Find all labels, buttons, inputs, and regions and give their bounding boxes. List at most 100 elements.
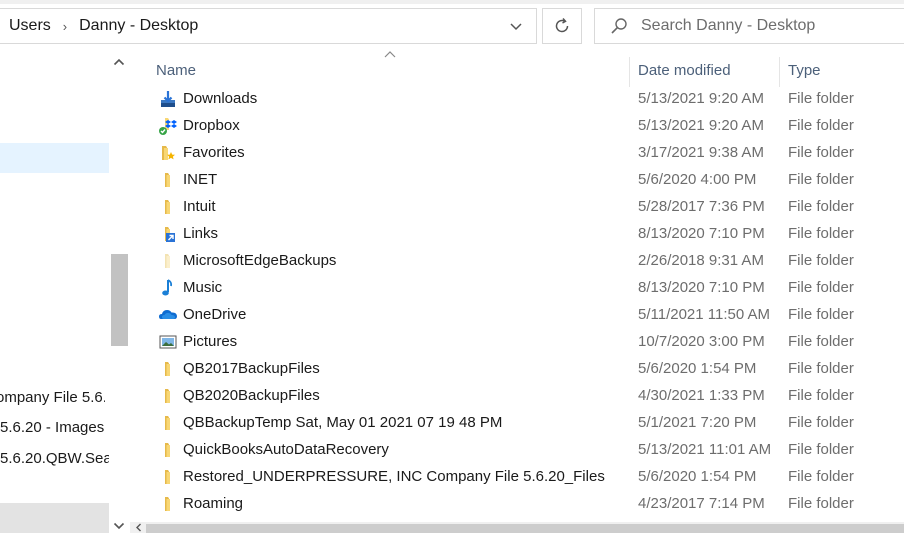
column-type[interactable]: Type [788,53,898,87]
file-type: File folder [788,117,854,134]
folder-icon [158,359,178,379]
column-divider[interactable] [629,57,630,87]
file-type: File folder [788,144,854,161]
file-type: File folder [788,468,854,485]
file-name: Intuit [183,198,216,215]
music-icon [158,278,178,298]
file-row[interactable]: QBBackupTemp Sat, May 01 2021 07 19 48 P… [130,410,904,437]
folder-light-icon [158,251,178,271]
file-type: File folder [788,441,854,458]
breadcrumb-current[interactable]: Danny - Desktop [79,17,198,35]
file-type: File folder [788,306,854,323]
file-row[interactable]: Roaming 4/23/2017 7:14 PM File folder [130,491,904,518]
horizontal-scrollbar[interactable] [130,522,904,533]
file-row[interactable]: INET 5/6/2020 4:00 PM File folder [130,167,904,194]
chevron-down-icon [510,23,522,31]
chevron-left-icon [135,523,141,532]
column-name-label: Name [156,61,197,79]
file-row[interactable]: Links 8/13/2020 7:10 PM File folder [130,221,904,248]
file-row[interactable]: Downloads 5/13/2021 9:20 AM File folder [130,86,904,113]
nav-scrollbar-thumb[interactable] [111,254,128,346]
file-row[interactable]: QB2017BackupFiles 5/6/2020 1:54 PM File fo… [130,356,904,383]
nav-item-label: 5.6.20 - Images [0,419,105,436]
search-icon [609,16,629,36]
chevron-right-icon[interactable]: › [63,19,67,34]
file-date-modified: 5/6/2020 1:54 PM [638,360,757,377]
file-row[interactable]: Restored_UNDERPRESSURE, INC Company File… [130,464,904,491]
file-row[interactable]: MicrosoftEdgeBackups 2/26/2018 9:31 AM Fil… [130,248,904,275]
file-name: Downloads [183,90,258,107]
folder-icon [158,170,178,190]
file-type: File folder [788,495,854,512]
refresh-icon [555,18,569,33]
file-name: OneDrive [183,306,247,323]
file-date-modified: 5/28/2017 7:36 PM [638,198,765,215]
file-name: Pictures [183,333,238,350]
file-date-modified: 5/13/2021 9:20 AM [638,117,764,134]
file-row[interactable]: QuickBooksAutoDataRecovery 5/13/2021 11:0… [130,437,904,464]
file-date-modified: 2/26/2018 9:31 AM [638,252,764,269]
nav-item-qbw-search[interactable]: 5.6.20.QBW.Search [0,450,109,467]
file-row[interactable]: Pictures 10/7/2020 3:00 PM File folder [130,329,904,356]
nav-item-images[interactable]: 5.6.20 - Images [0,419,109,436]
file-type: File folder [788,90,854,107]
folder-icon [158,440,178,460]
breadcrumb-users[interactable]: Users [9,17,51,35]
column-name[interactable]: Name [156,53,626,87]
file-row[interactable]: OneDrive 5/11/2021 11:50 AM File folder [130,302,904,329]
folder-icon [158,494,178,514]
refresh-button[interactable] [542,8,582,44]
column-date-label: Date modified [638,61,731,79]
file-date-modified: 8/13/2020 7:10 PM [638,225,765,242]
column-type-label: Type [788,61,821,79]
search-box[interactable] [594,8,904,44]
file-name: Roaming [183,495,244,512]
navigation-pane: ompany File 5.6.20_ 5.6.20 - Images 5.6.… [0,48,130,533]
nav-scroll-up-button[interactable] [109,52,129,72]
file-date-modified: 8/13/2020 7:10 PM [638,279,765,296]
folder-icon [158,413,178,433]
file-name: Restored_UNDERPRESSURE, INC Company File… [183,468,605,485]
chevron-up-icon [113,58,125,66]
file-date-modified: 4/30/2021 1:33 PM [638,387,765,404]
nav-selected-bottom[interactable] [0,503,109,533]
file-type: File folder [788,387,854,404]
downloads-icon [158,89,178,109]
file-type: File folder [788,414,854,431]
links-icon [158,224,178,244]
column-header: Name Date modified Type [130,53,904,87]
column-divider[interactable] [779,57,780,87]
file-row[interactable]: Music 8/13/2020 7:10 PM File folder [130,275,904,302]
file-name: Favorites [183,144,245,161]
nav-scroll-down-button[interactable] [109,516,129,533]
nav-item-label: 5.6.20.QBW.Search [0,450,109,467]
file-date-modified: 5/1/2021 7:20 PM [638,414,757,431]
file-name: QB2020BackupFiles [183,387,320,404]
file-name: Music [183,279,223,296]
file-type: File folder [788,279,854,296]
file-type: File folder [788,360,854,377]
file-type: File folder [788,171,854,188]
file-row[interactable]: Favorites 3/17/2021 9:38 AM File folder [130,140,904,167]
file-row[interactable]: QB2020BackupFiles 4/30/2021 1:33 PM File f… [130,383,904,410]
address-dropdown-button[interactable] [506,15,526,37]
nav-item-company-file[interactable]: ompany File 5.6.20_ [0,389,105,406]
favorites-icon [158,143,178,163]
dropbox-icon [158,116,178,136]
nav-selected-item[interactable] [0,143,109,173]
file-type: File folder [788,198,854,215]
file-type: File folder [788,333,854,350]
chevron-down-icon [113,522,125,530]
folder-icon [158,386,178,406]
file-name: QB2017BackupFiles [183,360,320,377]
file-row[interactable]: Dropbox 5/13/2021 9:20 AM File folder [130,113,904,140]
search-input[interactable] [639,16,893,36]
scroll-left-button[interactable] [132,522,144,533]
column-date-modified[interactable]: Date modified [638,53,778,87]
address-bar[interactable]: Users › Danny - Desktop [0,8,537,44]
horizontal-scrollbar-thumb[interactable] [146,524,904,533]
file-name: Dropbox [183,117,240,134]
window-top-edge [0,0,904,4]
file-row[interactable]: Intuit 5/28/2017 7:36 PM File folder [130,194,904,221]
folder-icon [158,467,178,487]
